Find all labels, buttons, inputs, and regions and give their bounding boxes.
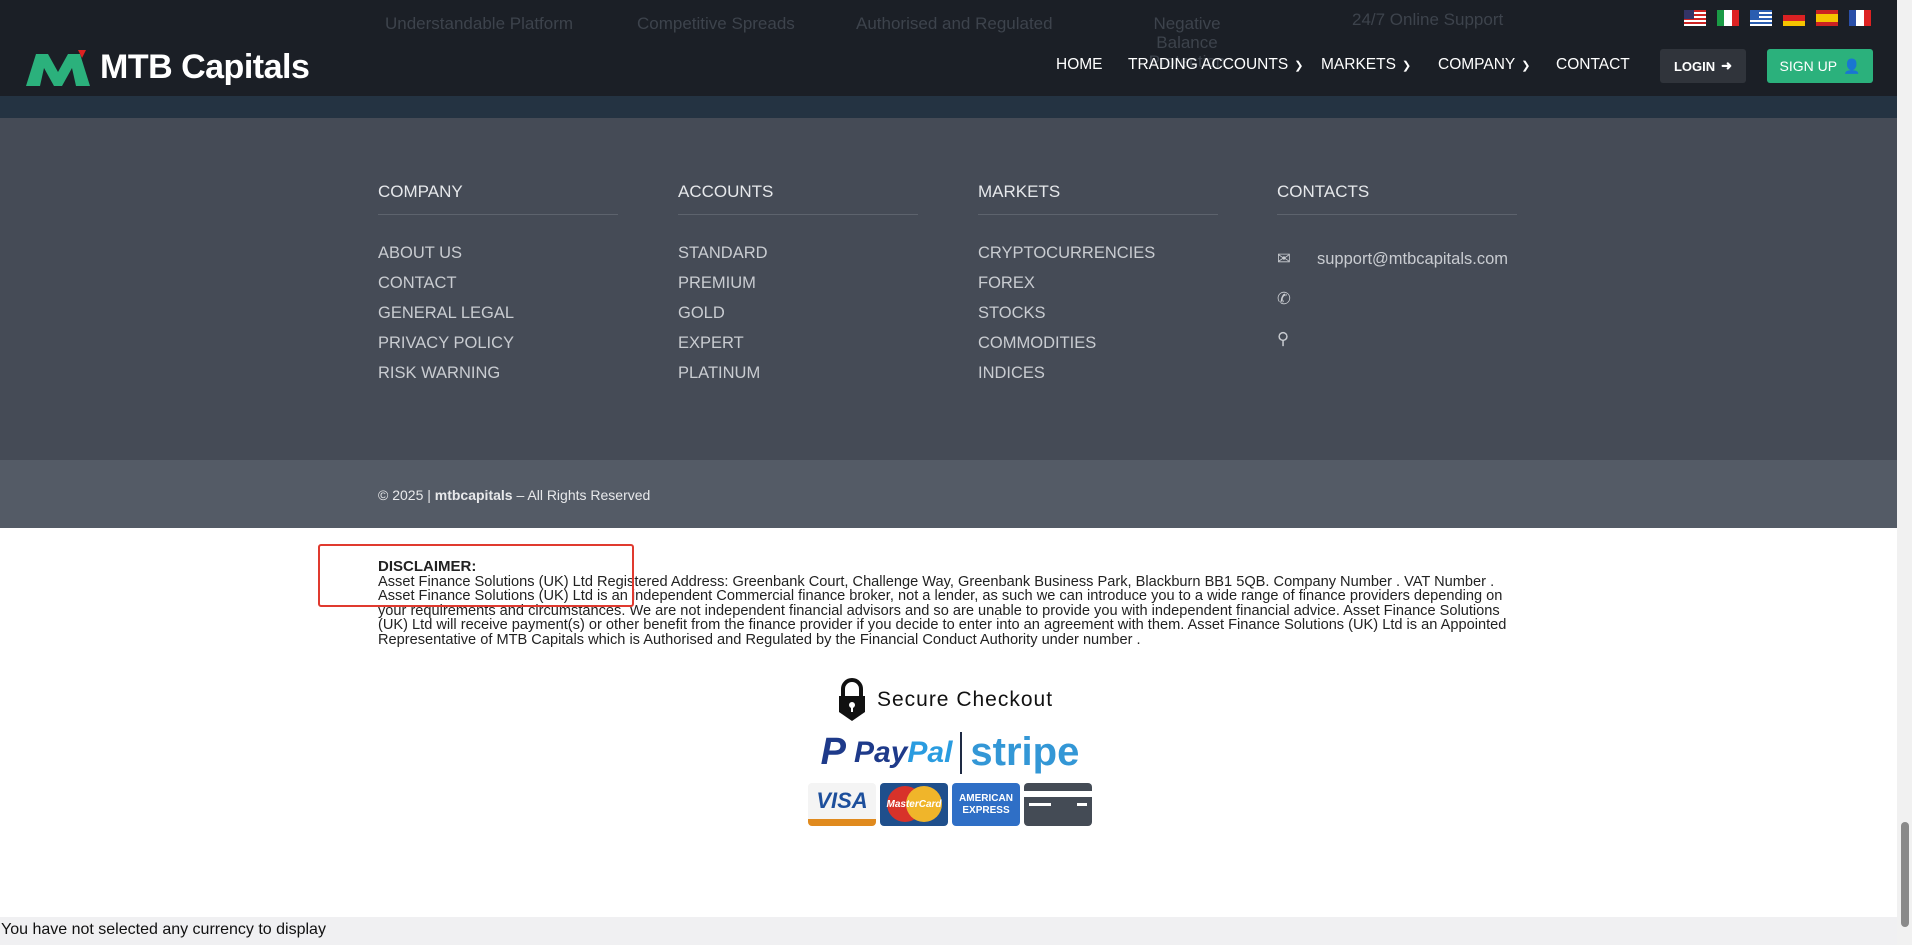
- paypal-text-a: Pay: [854, 735, 908, 769]
- copyright-bar: © 2025 | mtbcapitals – All Rights Reserv…: [0, 460, 1897, 528]
- nav-company[interactable]: COMPANY ❯: [1438, 56, 1530, 74]
- signup-label: SIGN UP: [1779, 58, 1838, 74]
- footer-link[interactable]: FOREX: [978, 274, 1218, 304]
- login-button[interactable]: LOGIN ➜: [1660, 49, 1746, 83]
- header-band: [0, 96, 1897, 118]
- footer-col-markets: MARKETS CRYPTOCURRENCIES FOREX STOCKS CO…: [978, 182, 1218, 394]
- footer-link[interactable]: PRIVACY POLICY: [378, 334, 618, 364]
- footer-link[interactable]: STOCKS: [978, 304, 1218, 334]
- copyright-text: © 2025 | mtbcapitals – All Rights Reserv…: [378, 487, 650, 503]
- highlight-box: [318, 544, 634, 607]
- feature-text: Competitive Spreads: [637, 14, 795, 33]
- chevron-down-icon: ❯: [1401, 59, 1412, 72]
- footer-col-contacts: CONTACTS ✉ support@mtbcapitals.com ✆ ⚲: [1277, 182, 1517, 359]
- footer-link[interactable]: EXPERT: [678, 334, 918, 364]
- copyright-brand[interactable]: mtbcapitals: [435, 487, 513, 503]
- amex-text-a: AMERICAN: [959, 792, 1013, 804]
- paypal-text-b: Pal: [907, 735, 953, 769]
- visa-card-icon: VISA: [808, 783, 876, 826]
- secure-checkout: Secure Checkout P PayPal stripe VISA Mas…: [800, 678, 1100, 826]
- nav-trading-accounts[interactable]: TRADING ACCOUNTS ❯: [1128, 56, 1303, 74]
- amex-text-b: EXPRESS: [962, 804, 1010, 816]
- stripe-logo: stripe: [970, 730, 1080, 774]
- nav-label: CONTACT: [1556, 56, 1630, 73]
- amex-card-icon: AMERICAN EXPRESS: [952, 783, 1020, 826]
- language-flags: [1684, 10, 1871, 26]
- generic-card-icon: [1024, 783, 1092, 826]
- footer-heading: COMPANY: [378, 182, 618, 215]
- footer-link[interactable]: CONTACT: [378, 274, 618, 304]
- feature-text: Authorised and Regulated: [856, 14, 1053, 33]
- logo[interactable]: MTB Capitals: [26, 48, 310, 87]
- footer-col-company: COMPANY ABOUT US CONTACT GENERAL LEGAL P…: [378, 182, 618, 394]
- envelope-icon: ✉: [1277, 250, 1291, 268]
- footer-link[interactable]: GOLD: [678, 304, 918, 334]
- footer-link[interactable]: RISK WARNING: [378, 364, 618, 394]
- nav-label: TRADING ACCOUNTS: [1128, 56, 1289, 73]
- footer-heading: CONTACTS: [1277, 182, 1517, 215]
- footer-col-accounts: ACCOUNTS STANDARD PREMIUM GOLD EXPERT PL…: [678, 182, 918, 394]
- phone-icon: ✆: [1277, 290, 1291, 308]
- logo-text: MTB Capitals: [100, 48, 310, 86]
- mastercard-icon: MasterCard: [880, 783, 948, 826]
- secure-checkout-text: Secure Checkout: [876, 688, 1054, 711]
- contact-location: ⚲: [1277, 319, 1517, 359]
- paypal-p-icon: P: [820, 731, 846, 773]
- footer-link[interactable]: PREMIUM: [678, 274, 918, 304]
- footer-heading: MARKETS: [978, 182, 1218, 215]
- flag-de-icon[interactable]: [1783, 10, 1805, 26]
- footer-link[interactable]: COMMODITIES: [978, 334, 1218, 364]
- chevron-down-icon: ❯: [1521, 59, 1531, 72]
- footer-link[interactable]: GENERAL LEGAL: [378, 304, 618, 334]
- header: Understandable Platform Competitive Spre…: [0, 0, 1897, 96]
- user-plus-icon: 👤: [1843, 57, 1861, 74]
- divider: [960, 731, 963, 774]
- nav-label: COMPANY: [1438, 56, 1516, 73]
- footer-link[interactable]: STANDARD: [678, 244, 918, 274]
- currency-status: You have not selected any currency to di…: [0, 917, 1897, 945]
- footer-heading: ACCOUNTS: [678, 182, 918, 215]
- logo-mark-icon: [26, 49, 90, 86]
- nav-contact[interactable]: CONTACT: [1556, 56, 1630, 74]
- chevron-down-icon: ❯: [1294, 59, 1304, 72]
- nav-label: MARKETS: [1321, 56, 1396, 73]
- flag-es-icon[interactable]: [1816, 10, 1838, 26]
- flag-us-icon[interactable]: [1684, 10, 1706, 26]
- copyright-suffix: – All Rights Reserved: [512, 487, 651, 503]
- footer-link[interactable]: ABOUT US: [378, 244, 618, 274]
- scrollbar-thumb[interactable]: [1901, 822, 1909, 927]
- nav-markets[interactable]: MARKETS ❯: [1321, 56, 1411, 74]
- nav-label: HOME: [1056, 56, 1103, 73]
- flag-fr-icon[interactable]: [1849, 10, 1871, 26]
- paypal-logo: PayPal: [854, 736, 952, 770]
- email-text: support@mtbcapitals.com: [1317, 249, 1508, 268]
- mastercard-text: MasterCard: [886, 799, 942, 810]
- flag-gr-icon[interactable]: [1750, 10, 1772, 26]
- visa-text: VISA: [816, 788, 868, 813]
- nav-home[interactable]: HOME: [1056, 56, 1103, 74]
- footer-link[interactable]: CRYPTOCURRENCIES: [978, 244, 1218, 274]
- sign-in-icon: ➜: [1721, 58, 1733, 73]
- contact-phone: ✆: [1277, 279, 1517, 319]
- feature-text: Understandable Platform: [385, 14, 574, 33]
- feature-text: 24/7 Online Support: [1352, 10, 1504, 29]
- footer-link[interactable]: PLATINUM: [678, 364, 918, 394]
- footer: COMPANY ABOUT US CONTACT GENERAL LEGAL P…: [0, 118, 1897, 460]
- flag-it-icon[interactable]: [1717, 10, 1739, 26]
- map-marker-icon: ⚲: [1277, 330, 1290, 348]
- contact-email[interactable]: ✉ support@mtbcapitals.com: [1277, 239, 1517, 279]
- login-label: LOGIN: [1673, 58, 1716, 74]
- copyright-prefix: © 2025 |: [378, 487, 435, 503]
- signup-button[interactable]: SIGN UP 👤: [1767, 49, 1873, 83]
- footer-link[interactable]: INDICES: [978, 364, 1218, 394]
- lock-icon: [838, 678, 865, 721]
- scrollbar[interactable]: [1897, 0, 1912, 945]
